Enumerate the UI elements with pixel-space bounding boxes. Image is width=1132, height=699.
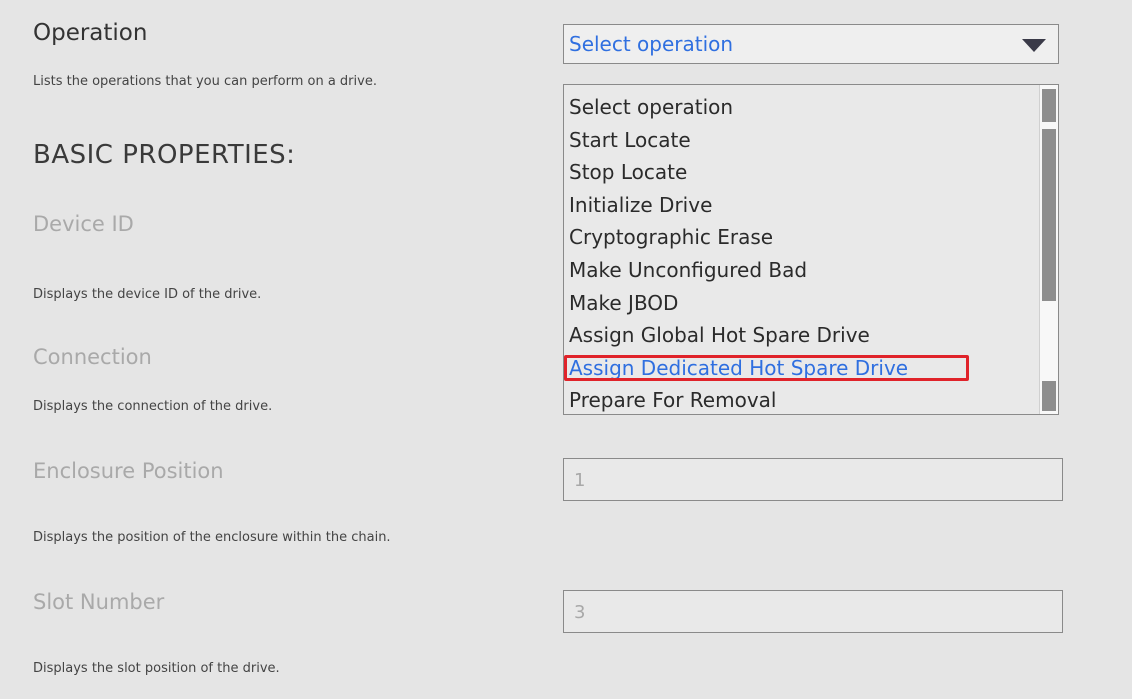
connection-description: Displays the connection of the drive. [33,399,273,414]
option-start-locate[interactable]: Start Locate [564,124,1038,157]
operation-select-value: Select operation [569,32,734,56]
option-initialize-drive[interactable]: Initialize Drive [564,189,1038,222]
chevron-down-icon[interactable] [1022,39,1046,52]
option-stop-locate[interactable]: Stop Locate [564,156,1038,189]
slot-number-value: 3 [574,602,586,623]
option-prepare-for-removal[interactable]: Prepare For Removal [564,384,1038,414]
option-assign-global-hot-spare-drive[interactable]: Assign Global Hot Spare Drive [564,319,1038,352]
slot-number-field: 3 [563,590,1063,633]
enclosure-position-value: 1 [574,470,586,491]
slot-number-label: Slot Number [33,590,165,614]
operation-options: Select operation Start Locate Stop Locat… [564,91,1038,414]
enclosure-position-field: 1 [563,458,1063,501]
operation-description: Lists the operations that you can perfor… [33,74,377,89]
enclosure-position-label: Enclosure Position [33,459,224,483]
option-assign-dedicated-hot-spare-drive[interactable]: Assign Dedicated Hot Spare Drive [564,352,1038,385]
scrollbar-thumb[interactable] [1042,129,1056,301]
scrollbar-thumb-bottom[interactable] [1042,381,1056,411]
operation-select[interactable]: Select operation [563,24,1059,64]
operation-dropdown-list[interactable]: Select operation Start Locate Stop Locat… [563,84,1059,415]
enclosure-position-description: Displays the position of the enclosure w… [33,530,391,545]
dropdown-scrollbar[interactable] [1039,85,1058,414]
device-id-description: Displays the device ID of the drive. [33,287,262,302]
option-make-jbod[interactable]: Make JBOD [564,287,1038,320]
option-cryptographic-erase[interactable]: Cryptographic Erase [564,221,1038,254]
option-select-operation[interactable]: Select operation [564,91,1038,124]
operation-label: Operation [33,20,148,46]
option-make-unconfigured-bad[interactable]: Make Unconfigured Bad [564,254,1038,287]
connection-label: Connection [33,345,152,369]
basic-properties-heading: BASIC PROPERTIES: [33,140,296,170]
device-id-label: Device ID [33,212,134,236]
slot-number-description: Displays the slot position of the drive. [33,661,280,676]
scrollbar-thumb-top[interactable] [1042,89,1056,122]
